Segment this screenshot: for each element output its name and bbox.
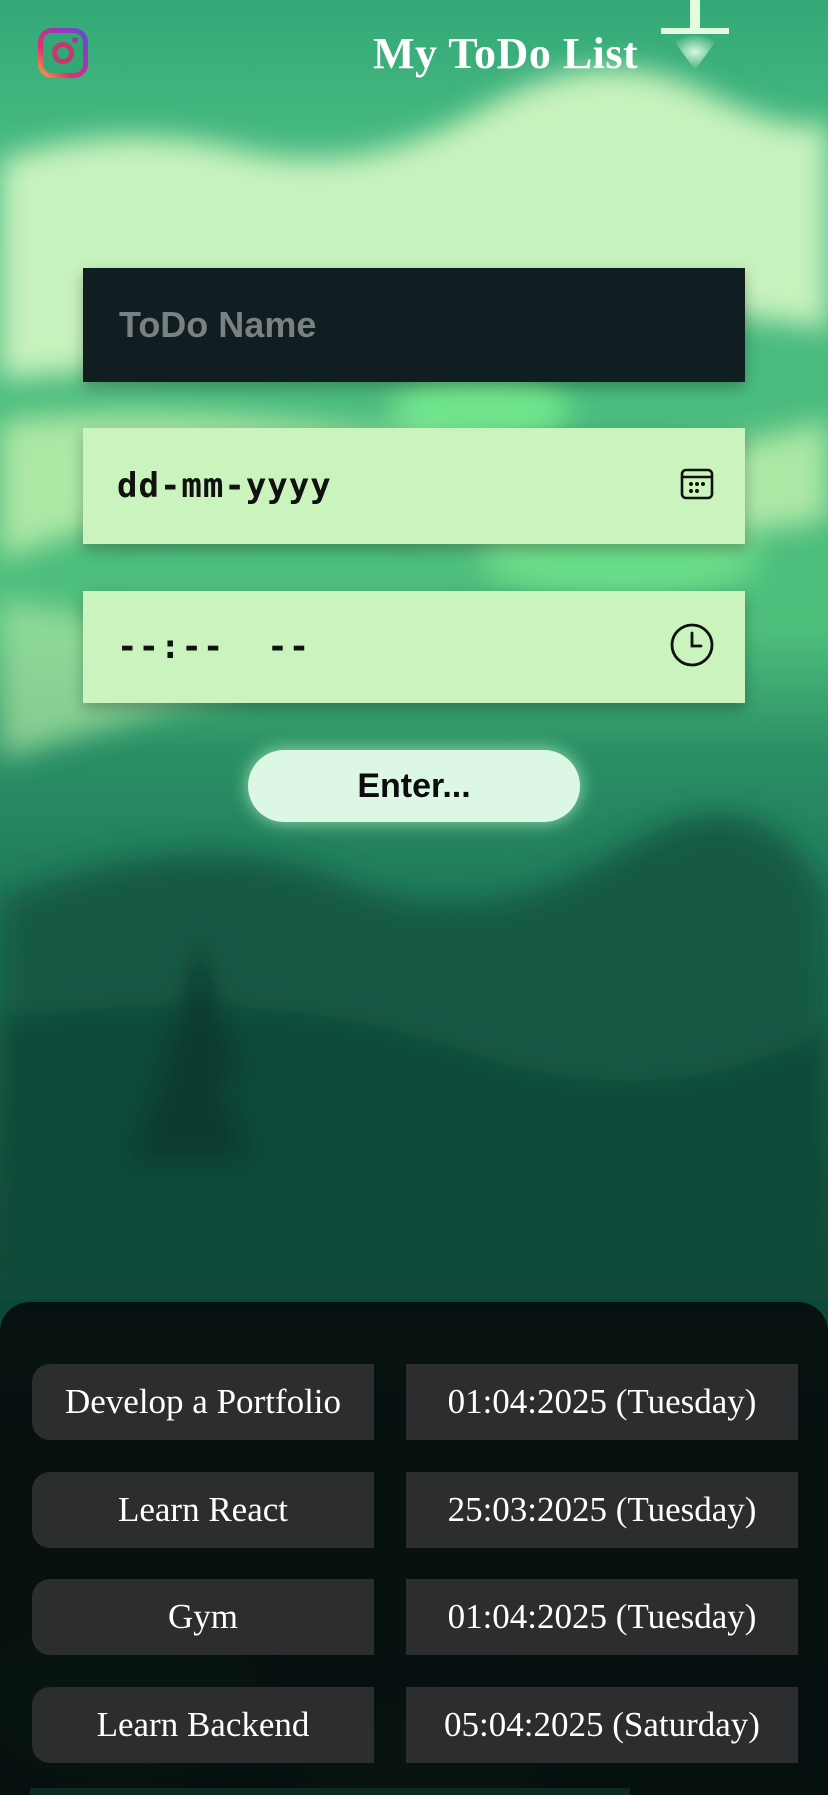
todo-date-cell[interactable]: 25:03:2025 (Tuesday) (406, 1472, 798, 1548)
time-field[interactable]: --:-- -- (83, 591, 745, 703)
todo-row: Gym 01:04:2025 (Tuesday) (0, 1579, 828, 1655)
todo-name-cell[interactable]: Learn Backend (32, 1687, 374, 1763)
app-header: My ToDo List (0, 0, 828, 120)
todo-name-input[interactable] (117, 303, 681, 347)
todo-row: Learn React 25:03:2025 (Tuesday) (0, 1472, 828, 1548)
bottom-edge-bar (30, 1788, 630, 1795)
time-input[interactable]: --:-- -- (117, 627, 310, 667)
todo-list-panel: Develop a Portfolio 01:04:2025 (Tuesday)… (0, 1302, 828, 1795)
todo-row: Develop a Portfolio 01:04:2025 (Tuesday) (0, 1364, 828, 1440)
todo-date-cell[interactable]: 05:04:2025 (Saturday) (406, 1687, 798, 1763)
todo-name-field[interactable] (83, 268, 745, 382)
instagram-icon[interactable] (38, 28, 88, 78)
todo-date-cell[interactable]: 01:04:2025 (Tuesday) (406, 1364, 798, 1440)
lamp-icon (661, 0, 729, 70)
todo-row: Learn Backend 05:04:2025 (Saturday) (0, 1687, 828, 1763)
enter-button[interactable]: Enter... (248, 750, 580, 822)
date-input[interactable]: dd-mm-yyyy (117, 466, 332, 506)
todo-name-cell[interactable]: Learn React (32, 1472, 374, 1548)
date-field[interactable]: dd-mm-yyyy (83, 428, 745, 544)
todo-date-cell[interactable]: 01:04:2025 (Tuesday) (406, 1579, 798, 1655)
calendar-icon[interactable] (679, 466, 715, 507)
page-title: My ToDo List (373, 29, 639, 78)
instagram-dot (72, 37, 78, 43)
clock-icon[interactable] (669, 622, 715, 673)
todo-name-cell[interactable]: Develop a Portfolio (32, 1364, 374, 1440)
instagram-lens (52, 42, 74, 64)
todo-name-cell[interactable]: Gym (32, 1579, 374, 1655)
